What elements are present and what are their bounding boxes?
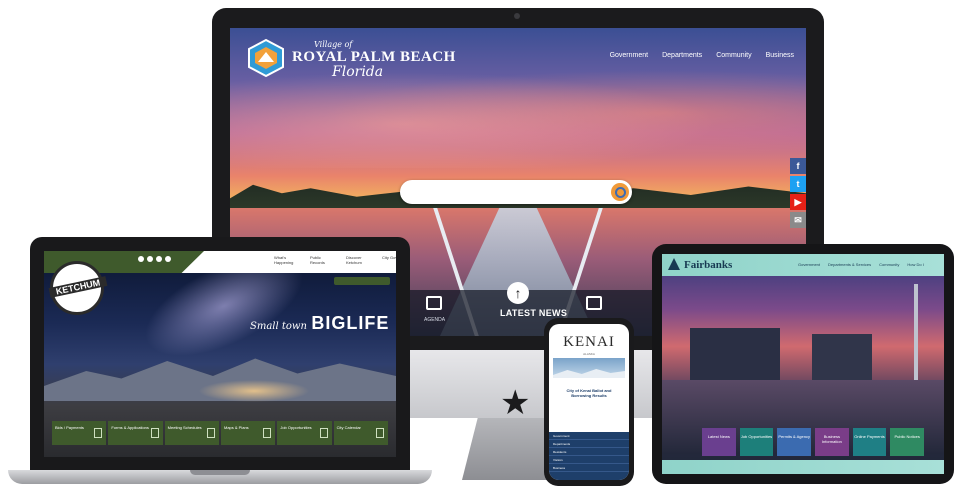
nav-community[interactable]: Community bbox=[879, 262, 899, 267]
tile-latest-news[interactable]: Latest News bbox=[702, 428, 736, 456]
tagline: Small town BIGLIFE bbox=[250, 313, 389, 334]
nav-public-records[interactable]: Public Records bbox=[310, 255, 334, 265]
main-nav: Government Departments Community Busines… bbox=[610, 52, 794, 59]
ketchum-logo[interactable]: KETCHUM bbox=[48, 261, 108, 315]
tagline-small: Small town bbox=[250, 321, 307, 332]
search-input[interactable] bbox=[334, 277, 390, 285]
facebook-icon[interactable]: f bbox=[790, 158, 806, 174]
nav-community[interactable]: Community bbox=[716, 52, 751, 59]
village-seal-icon[interactable] bbox=[246, 38, 286, 78]
social-dot-icon[interactable] bbox=[147, 256, 153, 262]
site-subtitle: ALASKA bbox=[583, 352, 595, 356]
nav-departments[interactable]: Departments & Services bbox=[828, 262, 871, 267]
fairbanks-nav: Government Departments & Services Commun… bbox=[798, 262, 924, 267]
site-title-prefix: Village of bbox=[314, 40, 353, 49]
tile-business[interactable]: Business Information bbox=[815, 428, 849, 456]
twitter-icon[interactable]: t bbox=[790, 176, 806, 192]
tower bbox=[914, 284, 918, 380]
ketchum-logo-text: KETCHUM bbox=[48, 276, 108, 298]
social-bar: f t ▶ ✉ bbox=[790, 158, 806, 230]
menu-item[interactable]: Business bbox=[549, 464, 629, 472]
site-title[interactable]: Village of ROYAL PALM BEACH Florida bbox=[292, 40, 456, 80]
star-logo-icon: ★ bbox=[500, 384, 531, 422]
laptop: What's Happening Public Records Discover… bbox=[30, 237, 410, 477]
agenda-icon[interactable] bbox=[426, 296, 442, 310]
tile-jobs[interactable]: Job Opportunities bbox=[739, 428, 774, 456]
ketchum-nav: What's Happening Public Records Discover… bbox=[274, 255, 396, 265]
arrow-up-icon[interactable]: ↑ bbox=[507, 282, 529, 304]
tile-calendar[interactable]: City Calendar bbox=[333, 421, 388, 445]
youtube-icon[interactable]: ▶ bbox=[790, 194, 806, 210]
nav-government[interactable]: Government bbox=[798, 262, 820, 267]
email-icon[interactable]: ✉ bbox=[790, 212, 806, 228]
search-icon[interactable] bbox=[611, 183, 629, 201]
tile-maps[interactable]: Maps & Plans bbox=[220, 421, 276, 445]
ketchum-homepage: What's Happening Public Records Discover… bbox=[44, 251, 396, 457]
tagline-big: BIGLIFE bbox=[311, 313, 390, 333]
fairbanks-footer bbox=[662, 460, 944, 474]
menu-item[interactable]: Visitors bbox=[549, 456, 629, 464]
tile-jobs[interactable]: Job Opportunities bbox=[277, 421, 332, 445]
menu-item[interactable]: Residents bbox=[549, 448, 629, 456]
tablet: Fairbanks Government Departments & Servi… bbox=[652, 244, 954, 484]
social-dot-icon[interactable] bbox=[165, 256, 171, 262]
social-dots bbox=[138, 256, 171, 262]
camera-dot bbox=[514, 13, 520, 19]
tile-permits[interactable]: Permits & Agency bbox=[777, 428, 812, 456]
social-dot-icon[interactable] bbox=[138, 256, 144, 262]
mountain-photo bbox=[553, 358, 625, 378]
tile-forms[interactable]: Forms & Applications bbox=[108, 421, 163, 445]
nav-whats-happening[interactable]: What's Happening bbox=[274, 255, 298, 265]
building bbox=[690, 328, 780, 380]
tile-payments[interactable]: Online Payments bbox=[852, 428, 887, 456]
tile-bids[interactable]: Bids / Payments bbox=[52, 421, 107, 445]
town-lights bbox=[194, 379, 314, 403]
menu-item[interactable]: Departments bbox=[549, 440, 629, 448]
search-input[interactable] bbox=[400, 180, 632, 204]
fairbanks-homepage: Fairbanks Government Departments & Servi… bbox=[662, 254, 944, 474]
quick-links: Latest News Job Opportunities Permits & … bbox=[702, 428, 925, 456]
nav-business[interactable]: Business bbox=[766, 52, 794, 59]
laptop-notch bbox=[190, 470, 250, 475]
site-title[interactable]: KENAI bbox=[549, 334, 629, 351]
briefcase-icon[interactable] bbox=[586, 296, 602, 310]
menu-item[interactable]: Government bbox=[549, 432, 629, 440]
nav-how-do-i[interactable]: How Do I bbox=[907, 262, 923, 267]
quick-links: Bids / Payments Forms & Applications Mee… bbox=[52, 421, 388, 445]
tile-meetings[interactable]: Meeting Schedules bbox=[164, 421, 219, 445]
mobile-menu: Government Departments Residents Visitor… bbox=[549, 432, 629, 480]
site-title-script: Florida bbox=[332, 64, 384, 80]
tile-notices[interactable]: Public Notices bbox=[890, 428, 925, 456]
phone: KENAI ALASKA City of Kenai Ballot and Bo… bbox=[544, 318, 634, 486]
nav-departments[interactable]: Departments bbox=[662, 52, 702, 59]
nav-city-gov[interactable]: City Gov't bbox=[382, 255, 396, 265]
agenda-label: AGENDA bbox=[424, 317, 446, 323]
building bbox=[812, 334, 872, 380]
latest-news-link[interactable]: LATEST NEWS bbox=[500, 308, 567, 318]
kenai-homepage: KENAI ALASKA City of Kenai Ballot and Bo… bbox=[549, 324, 629, 480]
social-dot-icon[interactable] bbox=[156, 256, 162, 262]
site-title[interactable]: Fairbanks bbox=[684, 259, 732, 271]
news-headline[interactable]: City of Kenai Ballot and Borrowing Resul… bbox=[557, 388, 621, 398]
nav-government[interactable]: Government bbox=[610, 52, 649, 59]
nav-discover[interactable]: Discover Ketchum bbox=[346, 255, 370, 265]
